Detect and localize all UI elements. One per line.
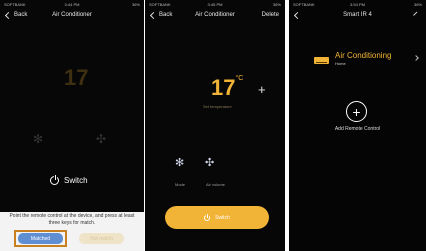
screen-smart-ir: SOFTBANK 3:54 PM 36% Smart IR 4 Air Cond…: [289, 0, 426, 251]
back-button[interactable]: [293, 11, 302, 19]
fan-label: Air volume: [206, 182, 225, 187]
nav-bar: Back Air Conditioner Delete: [145, 9, 285, 21]
device-name: Air Conditioning: [335, 51, 392, 60]
device-room: Home: [335, 61, 346, 66]
status-bar: SOFTBANK 3:54 PM 36%: [289, 0, 426, 8]
switch-button[interactable]: Switch: [50, 175, 88, 185]
switch-button[interactable]: Switch: [165, 206, 269, 229]
mode-label: Mode: [175, 182, 186, 187]
not-matched-button[interactable]: Not match: [79, 233, 124, 244]
temperature-display: 17: [64, 65, 89, 90]
back-button[interactable]: Back: [4, 11, 28, 19]
screen-remote-control: SOFTBANK 3:45 PM 36% Back Air Conditione…: [145, 0, 285, 251]
fan-icon[interactable]: ✣: [96, 132, 106, 146]
switch-label: Switch: [64, 176, 88, 185]
add-remote-button[interactable]: +: [346, 101, 367, 122]
match-hint: Point the remote control at the device, …: [9, 213, 135, 226]
power-icon: [50, 175, 59, 185]
nav-bar: Back Air Conditioner: [0, 9, 144, 21]
temp-plus-button[interactable]: +: [258, 82, 266, 97]
status-time: 3:54 PM: [350, 1, 365, 7]
matched-button[interactable]: Matched: [18, 233, 63, 244]
back-label: Back: [159, 12, 173, 18]
status-bar: SOFTBANK 3:45 PM 36%: [145, 0, 285, 8]
temperature-value: 17: [211, 75, 236, 100]
plus-icon: +: [352, 103, 361, 120]
temperature-unit: °C: [235, 75, 244, 82]
temp-subtitle: Set temperature: [203, 104, 232, 109]
snowflake-icon[interactable]: ✻: [175, 156, 184, 169]
back-button[interactable]: Back: [149, 11, 173, 19]
nav-bar: Smart IR 4: [289, 9, 426, 21]
edit-icon[interactable]: [413, 11, 421, 19]
back-chevron-icon: [4, 11, 13, 19]
device-item[interactable]: Air Conditioning Home: [314, 51, 391, 66]
snowflake-icon[interactable]: ✻: [33, 132, 43, 146]
status-time: 3:44 PM: [64, 1, 80, 7]
fan-icon[interactable]: ✣: [205, 156, 214, 169]
page-title: Smart IR 4: [343, 12, 372, 18]
add-remote-label: Add Remote Control: [334, 126, 381, 132]
temperature-display: 17°C: [211, 75, 243, 101]
switch-label: Switch: [215, 214, 230, 221]
ac-icon: [314, 57, 329, 64]
back-label: Back: [14, 12, 28, 18]
status-time: 3:45 PM: [207, 1, 223, 7]
status-bar: SOFTBANK 3:44 PM 36%: [0, 0, 144, 8]
power-icon: [204, 213, 211, 221]
delete-button[interactable]: Delete: [262, 12, 279, 18]
back-chevron-icon: [293, 11, 302, 19]
chevron-right-icon: [413, 55, 419, 61]
screen-match-remote: SOFTBANK 3:44 PM 36% Back Air Conditione…: [0, 0, 144, 251]
back-chevron-icon: [149, 11, 158, 19]
